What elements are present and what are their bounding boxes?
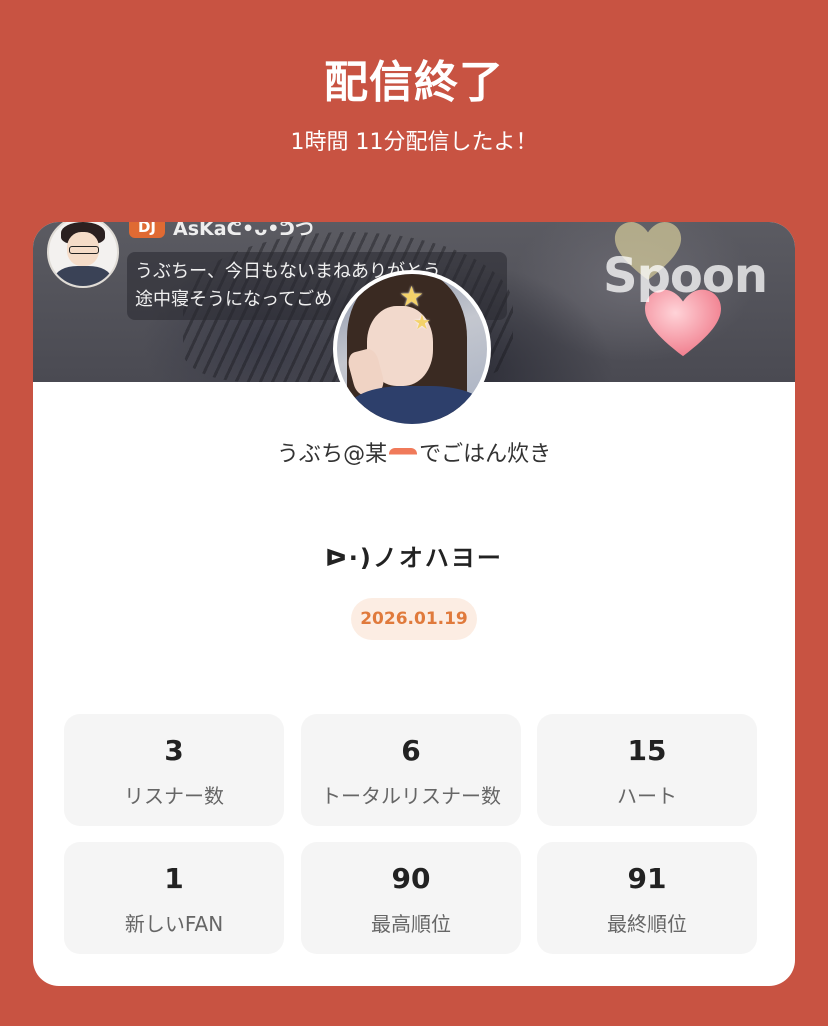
spoon-logo: Spoon <box>603 248 768 304</box>
dj-badge: DJ <box>129 222 165 238</box>
stat-value: 3 <box>164 734 184 767</box>
stat-value: 6 <box>401 734 421 767</box>
stat-listeners: 3 リスナー数 <box>64 714 284 826</box>
host-nickname: うぶち@某 でごはん炊き <box>276 442 552 467</box>
broadcast-date: 2026.01.19 <box>351 598 477 640</box>
stat-label: 最高順位 <box>371 912 451 936</box>
stat-label: トータルリスナー数 <box>321 784 501 808</box>
host-avatar[interactable]: ★ ★ <box>333 270 491 428</box>
broadcast-summary-card: DJ AsKaᕦ•ᴗ•ᕤつ うぶちー、今日もないまねありがとう 途中寝そうになっ… <box>33 222 795 986</box>
sushi-emoji-icon <box>389 448 418 462</box>
star-icon: ★ <box>413 310 431 334</box>
stat-new-fans: 1 新しいFAN <box>64 842 284 954</box>
stat-value: 90 <box>391 862 431 895</box>
stat-label: 最終順位 <box>607 912 687 936</box>
stat-label: リスナー数 <box>124 784 224 808</box>
dj-avatar[interactable] <box>47 222 119 288</box>
broadcast-title-text: ᐅ·)ノオハヨー <box>325 544 503 572</box>
stat-total-listeners: 6 トータルリスナー数 <box>301 714 521 826</box>
stat-hearts: 15 ハート <box>537 714 757 826</box>
stat-value: 15 <box>627 734 667 767</box>
stat-label: 新しいFAN <box>124 912 224 936</box>
broadcast-title: ᐅ·)ノオハヨー <box>33 538 795 573</box>
broadcast-duration: 1時間 11分配信したよ！ <box>290 130 538 155</box>
stat-label: ハート <box>617 784 677 808</box>
star-icon: ★ <box>399 280 425 313</box>
stat-highest-rank: 90 最高順位 <box>301 842 521 954</box>
stat-value: 91 <box>627 862 667 895</box>
stats-grid: 3 リスナー数 6 トータルリスナー数 15 ハート 1 新しいFAN 90 最… <box>64 714 758 954</box>
stat-final-rank: 91 最終順位 <box>537 842 757 954</box>
stat-value: 1 <box>164 862 184 895</box>
dj-name: AsKaᕦ•ᴗ•ᕤつ <box>173 222 314 240</box>
page-title: 配信終了 <box>324 57 504 108</box>
